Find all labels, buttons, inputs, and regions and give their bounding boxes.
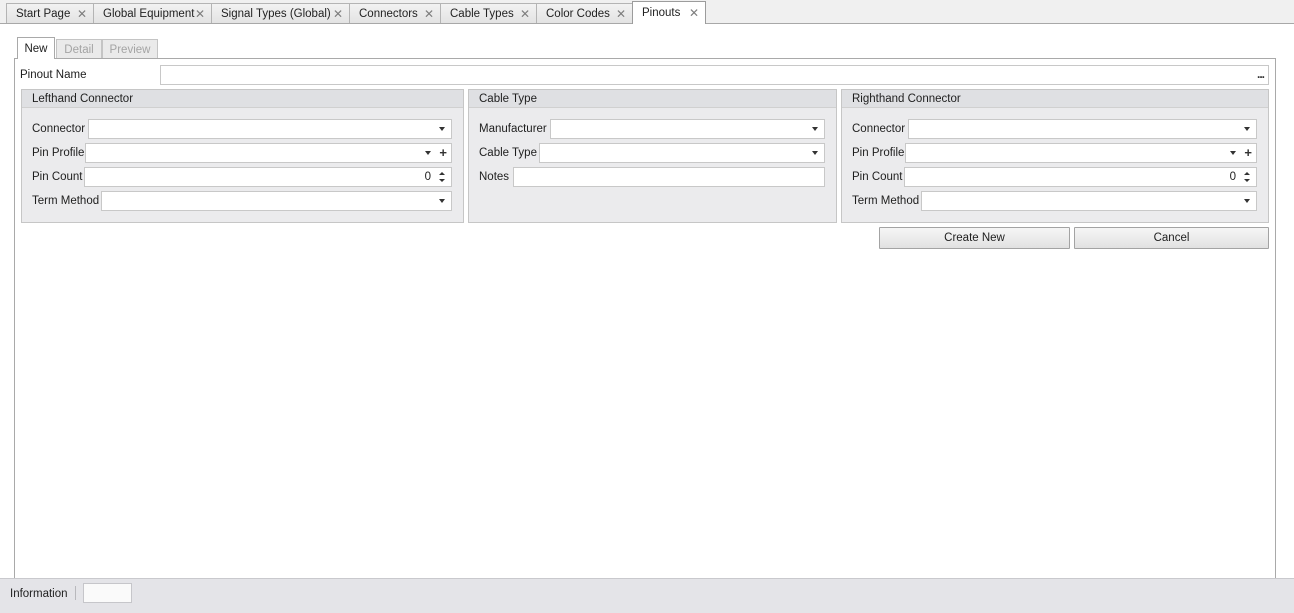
chevron-down-icon[interactable] [1244, 127, 1250, 131]
tab-new[interactable]: New [17, 37, 55, 59]
doc-tab-global-equipment[interactable]: Global Equipment ✕ [93, 3, 212, 23]
plus-icon[interactable]: + [439, 145, 447, 161]
group-header: Cable Type [469, 90, 836, 108]
status-divider [75, 586, 76, 600]
spin-up-icon[interactable] [439, 172, 445, 175]
right-pin-count-spinner[interactable]: 0 [904, 167, 1257, 187]
chevron-down-icon[interactable] [439, 199, 445, 203]
close-icon[interactable]: ✕ [689, 7, 699, 19]
group-header: Lefthand Connector [22, 90, 463, 108]
status-info-field [83, 583, 132, 603]
right-term-method-combo[interactable] [921, 191, 1257, 211]
cancel-button[interactable]: Cancel [1074, 227, 1269, 249]
right-pin-profile-label: Pin Profile [852, 147, 905, 159]
group-title: Righthand Connector [852, 93, 961, 105]
doc-tab-label: Pinouts [642, 7, 681, 19]
pin-count-value: 0 [1229, 171, 1236, 183]
right-pin-profile-combo[interactable]: + [905, 143, 1257, 163]
right-connector-label: Connector [852, 123, 906, 135]
doc-tab-label: Global Equipment [103, 7, 195, 20]
left-term-method-combo[interactable] [101, 191, 452, 211]
left-pin-count-spinner[interactable]: 0 [84, 167, 452, 187]
doc-tab-cable-types[interactable]: Cable Types ✕ [440, 3, 537, 23]
spin-down-icon[interactable] [439, 179, 445, 182]
chevron-down-icon[interactable] [812, 127, 818, 131]
close-icon[interactable]: ✕ [616, 8, 626, 20]
chevron-down-icon[interactable] [812, 151, 818, 155]
right-pin-count-label: Pin Count [852, 171, 903, 183]
create-new-button[interactable]: Create New [879, 227, 1070, 249]
right-term-method-label: Term Method [852, 195, 920, 207]
chevron-down-icon[interactable] [425, 151, 431, 155]
ellipsis-icon[interactable]: ... [1257, 66, 1265, 82]
doc-tab-label: Connectors [359, 7, 418, 20]
pinout-name-input[interactable]: ... [160, 65, 1269, 85]
doc-tab-pinouts[interactable]: Pinouts ✕ [632, 1, 706, 24]
close-icon[interactable]: ✕ [520, 8, 530, 20]
manufacturer-combo[interactable] [550, 119, 825, 139]
doc-tab-label: Start Page [16, 7, 71, 20]
right-connector-combo[interactable] [908, 119, 1257, 139]
notes-input[interactable] [513, 167, 825, 187]
left-connector-label: Connector [32, 123, 86, 135]
close-icon[interactable]: ✕ [195, 8, 205, 20]
tab-preview[interactable]: Preview [102, 39, 158, 59]
close-icon[interactable]: ✕ [424, 8, 434, 20]
tab-detail[interactable]: Detail [56, 39, 102, 59]
chevron-down-icon[interactable] [1230, 151, 1236, 155]
close-icon[interactable]: ✕ [77, 8, 87, 20]
document-tab-strip: Start Page ✕ Global Equipment ✕ Signal T… [0, 0, 1294, 24]
tab-label: Detail [64, 43, 94, 56]
left-connector-combo[interactable] [88, 119, 452, 139]
group-header: Righthand Connector [842, 90, 1268, 108]
doc-tab-label: Color Codes [546, 7, 610, 20]
plus-icon[interactable]: + [1244, 145, 1252, 161]
pin-count-value: 0 [424, 171, 431, 183]
doc-tab-connectors[interactable]: Connectors ✕ [349, 3, 441, 23]
left-term-method-label: Term Method [32, 195, 100, 207]
pinout-name-label: Pinout Name [20, 69, 87, 81]
tab-label: Preview [109, 43, 151, 56]
doc-tab-start-page[interactable]: Start Page ✕ [6, 3, 94, 23]
cable-type-label: Cable Type [479, 147, 537, 159]
spin-down-icon[interactable] [1244, 179, 1250, 182]
chevron-down-icon[interactable] [1244, 199, 1250, 203]
chevron-down-icon[interactable] [439, 127, 445, 131]
group-title: Cable Type [479, 93, 537, 105]
left-pin-profile-combo[interactable]: + [85, 143, 452, 163]
close-icon[interactable]: ✕ [333, 8, 343, 20]
group-title: Lefthand Connector [32, 93, 134, 105]
doc-tab-label: Signal Types (Global) [221, 7, 331, 20]
cable-type-combo[interactable] [539, 143, 825, 163]
doc-tab-color-codes[interactable]: Color Codes ✕ [536, 3, 633, 23]
doc-tab-signal-types-global[interactable]: Signal Types (Global) ✕ [211, 3, 350, 23]
notes-label: Notes [479, 171, 510, 183]
tab-label: New [24, 42, 48, 55]
doc-tab-label: Cable Types [450, 7, 514, 20]
spin-up-icon[interactable] [1244, 172, 1250, 175]
status-bar: Information [0, 578, 1294, 613]
manufacturer-label: Manufacturer [479, 123, 547, 135]
left-pin-profile-label: Pin Profile [32, 147, 85, 159]
left-pin-count-label: Pin Count [32, 171, 83, 183]
status-information-label: Information [10, 588, 68, 600]
